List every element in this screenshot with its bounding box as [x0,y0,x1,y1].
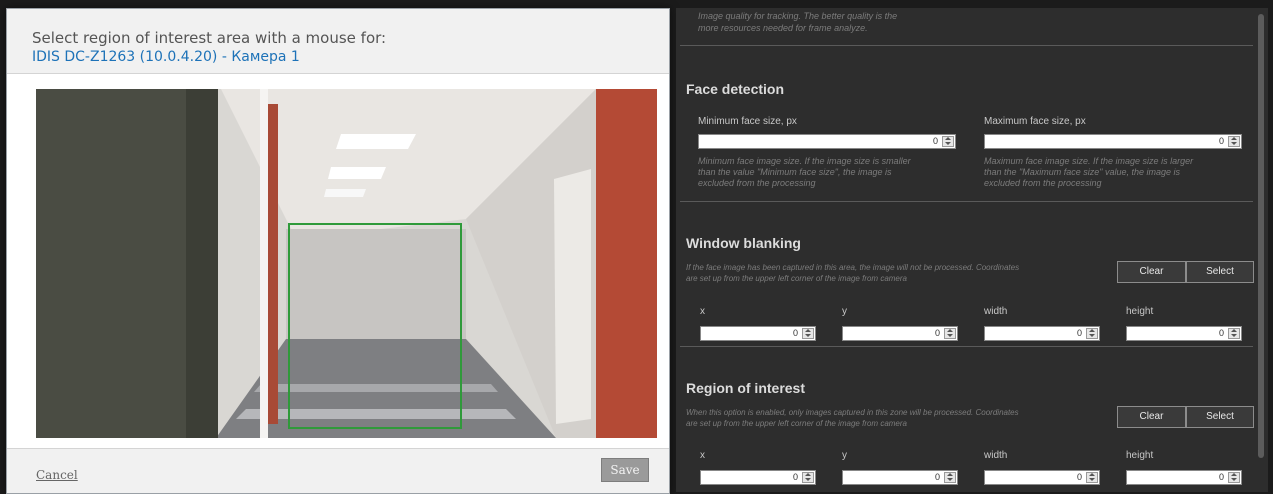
wb-y-input[interactable]: 0 [842,326,958,341]
divider [680,346,1253,347]
wb-y-value: 0 [934,328,940,338]
roi-hint-1: When this option is enabled, only images… [686,408,1019,417]
divider [680,201,1253,202]
dialog-footer: Cancel Save [7,448,669,493]
camera-image [36,89,657,438]
max-face-hint-2: than the "Maximum face size" value, the … [984,167,1180,177]
wb-height-input[interactable]: 0 [1126,326,1242,341]
camera-frame[interactable] [36,89,657,438]
wb-width-input[interactable]: 0 [984,326,1100,341]
roi-height-input[interactable]: 0 [1126,470,1242,485]
min-face-hint-1: Minimum face image size. If the image si… [698,156,911,166]
max-face-size-label: Maximum face size, px [984,116,1086,127]
roi-select-button[interactable]: Select [1186,406,1254,428]
quality-hint-2: more resources needed for frame analyze. [698,23,868,33]
spinner-icon[interactable] [802,472,814,483]
roi-height-value: 0 [1218,472,1224,482]
save-button[interactable]: Save [601,458,649,482]
roi-y-input[interactable]: 0 [842,470,958,485]
spinner-icon[interactable] [802,328,814,339]
roi-width-value: 0 [1076,472,1082,482]
roi-width-input[interactable]: 0 [984,470,1100,485]
max-face-hint-1: Maximum face image size. If the image si… [984,156,1194,166]
region-of-interest-title: Region of interest [686,380,806,396]
wb-x-input[interactable]: 0 [700,326,816,341]
roi-x-value: 0 [792,472,798,482]
roi-x-label: x [700,450,705,461]
max-face-size-value: 0 [1218,136,1224,146]
scrollbar[interactable] [1258,14,1264,458]
face-detection-title: Face detection [686,81,785,97]
spinner-icon[interactable] [944,472,956,483]
min-face-size-input[interactable]: 0 [698,134,956,149]
camera-name: IDIS DC-Z1263 (10.0.4.20) - Камера 1 [32,49,300,65]
max-face-size-input[interactable]: 0 [984,134,1242,149]
min-face-hint-2: than the value "Minimum face size", the … [698,167,892,177]
roi-x-input[interactable]: 0 [700,470,816,485]
roi-height-label: height [1126,450,1154,461]
wb-width-value: 0 [1076,328,1082,338]
wb-x-value: 0 [792,328,798,338]
spinner-icon[interactable] [1086,328,1098,339]
roi-y-label: y [842,450,847,461]
roi-dialog: Select region of interest area with a mo… [6,8,670,494]
spinner-icon[interactable] [942,136,954,147]
spinner-icon[interactable] [1228,328,1240,339]
window-blanking-select-button[interactable]: Select [1186,261,1254,283]
spinner-icon[interactable] [1228,136,1240,147]
roi-y-value: 0 [934,472,940,482]
roi-clear-button[interactable]: Clear [1117,406,1186,428]
spinner-icon[interactable] [1086,472,1098,483]
settings-panel: Image quality for tracking. The better q… [676,8,1268,492]
spinner-icon[interactable] [944,328,956,339]
window-blanking-clear-button[interactable]: Clear [1117,261,1186,283]
cancel-link[interactable]: Cancel [36,468,78,482]
wb-height-label: height [1126,306,1154,317]
window-blanking-title: Window blanking [686,235,801,251]
divider [680,45,1253,46]
min-face-size-value: 0 [932,136,938,146]
quality-hint-1: Image quality for tracking. The better q… [698,11,898,21]
wb-y-label: y [842,306,847,317]
dialog-header: Select region of interest area with a mo… [7,9,669,74]
dialog-title: Select region of interest area with a mo… [32,29,387,47]
roi-width-label: width [984,450,1008,461]
wb-x-label: x [700,306,705,317]
window-blanking-hint-2: are set up from the upper left corner of… [686,274,907,283]
wb-width-label: width [984,306,1008,317]
max-face-hint-3: excluded from the processing [984,178,1102,188]
min-face-size-label: Minimum face size, px [698,116,797,127]
window-blanking-hint-1: If the face image has been captured in t… [686,263,1020,272]
roi-hint-2: are set up from the upper left corner of… [686,419,907,428]
min-face-hint-3: excluded from the processing [698,178,816,188]
wb-height-value: 0 [1218,328,1224,338]
spinner-icon[interactable] [1228,472,1240,483]
